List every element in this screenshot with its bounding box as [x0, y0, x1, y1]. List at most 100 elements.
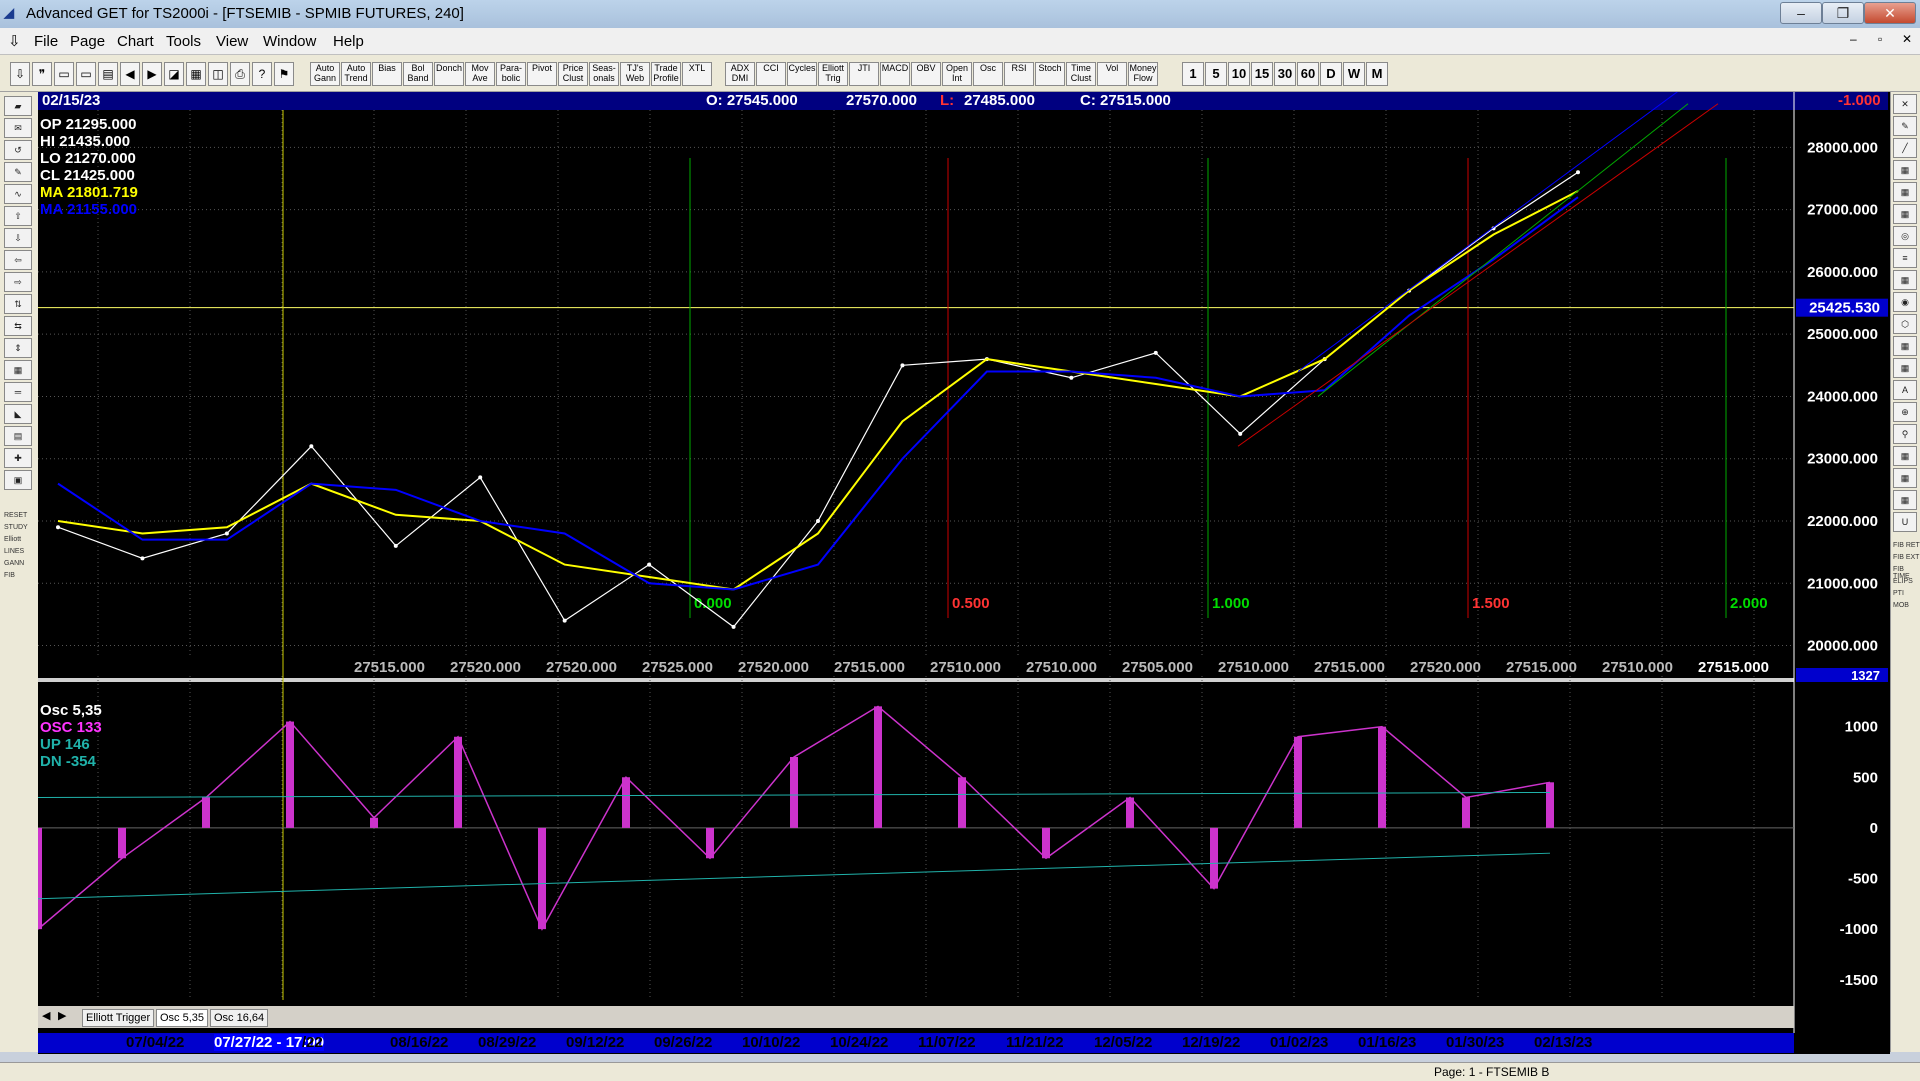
left-tool-button[interactable]: ↺ — [4, 140, 32, 160]
left-tool-button[interactable]: ⇨ — [4, 272, 32, 292]
toolbar-icon[interactable]: ▦ — [186, 62, 206, 86]
study-button[interactable]: Para-bolic — [496, 62, 526, 86]
study-button[interactable]: OBV — [911, 62, 941, 86]
toolbar-icon[interactable]: ◀ — [120, 62, 140, 86]
right-tool-button[interactable]: ✕ — [1893, 94, 1917, 114]
left-tool-button[interactable]: ▣ — [4, 470, 32, 490]
right-tool-button[interactable]: ▦ — [1893, 490, 1917, 510]
toolbar-icon[interactable]: ? — [252, 62, 272, 86]
menu-help[interactable]: Help — [333, 33, 364, 50]
tab-prev-icon[interactable]: ◀ — [42, 1009, 50, 1022]
study-button[interactable]: Stoch — [1035, 62, 1065, 86]
tab-osc-16-64[interactable]: Osc 16,64 — [210, 1009, 269, 1027]
study-button[interactable]: Donch — [434, 62, 464, 86]
toolbar-icon[interactable]: ❞ — [32, 62, 52, 86]
right-tool-button[interactable]: ▦ — [1893, 204, 1917, 224]
study-button[interactable]: Mov Ave — [465, 62, 495, 86]
left-tool-button[interactable]: ∿ — [4, 184, 32, 204]
left-tool-button[interactable]: ✚ — [4, 448, 32, 468]
mdi-restore-button[interactable]: ▫ — [1878, 32, 1882, 46]
right-tool-button[interactable]: A — [1893, 380, 1917, 400]
price-chart[interactable]: 28000.000 27000.000 26000.000 25000.000 2400… — [38, 92, 1890, 1054]
toolbar-icon[interactable]: ▶ — [142, 62, 162, 86]
left-tool-button[interactable]: ▰ — [4, 96, 32, 116]
left-tool-button[interactable]: ⇧ — [4, 206, 32, 226]
study-button[interactable]: Bol Band — [403, 62, 433, 86]
right-tool-button[interactable]: ▦ — [1893, 160, 1917, 180]
study-button[interactable]: Open Int — [942, 62, 972, 86]
left-tool-button[interactable]: ⇕ — [4, 338, 32, 358]
toolbar-icon[interactable]: ⎙ — [230, 62, 250, 86]
right-tool-button[interactable]: ╱ — [1893, 138, 1917, 158]
toolbar-icon[interactable]: ◫ — [208, 62, 228, 86]
mdi-close-button[interactable]: ✕ — [1902, 32, 1912, 46]
right-tool-button[interactable]: ▦ — [1893, 270, 1917, 290]
study-button[interactable]: MACD — [880, 62, 910, 86]
period-button[interactable]: 1 — [1182, 62, 1204, 86]
study-button[interactable]: Price Clust — [558, 62, 588, 86]
study-button[interactable]: Bias — [372, 62, 402, 86]
study-button[interactable]: ADX DMI — [725, 62, 755, 86]
menu-page[interactable]: Page — [70, 33, 105, 50]
study-button[interactable]: RSI — [1004, 62, 1034, 86]
period-button[interactable]: 30 — [1274, 62, 1296, 86]
left-tool-button[interactable]: ▤ — [4, 426, 32, 446]
tab-elliott-trigger[interactable]: Elliott Trigger — [82, 1009, 155, 1027]
study-button[interactable]: TJ's Web — [620, 62, 650, 86]
study-button[interactable]: CCI — [756, 62, 786, 86]
study-button[interactable]: Trade Profile — [651, 62, 681, 86]
right-tool-button[interactable]: ⚲ — [1893, 424, 1917, 444]
period-button[interactable]: M — [1366, 62, 1388, 86]
study-button[interactable]: Elliott Trig — [818, 62, 848, 86]
tab-next-icon[interactable]: ▶ — [58, 1009, 66, 1022]
left-tool-button[interactable]: ✉ — [4, 118, 32, 138]
study-button[interactable]: XTL — [682, 62, 712, 86]
menu-file[interactable]: File — [34, 33, 58, 50]
toolbar-icon[interactable]: ◪ — [164, 62, 184, 86]
period-button[interactable]: D — [1320, 62, 1342, 86]
menu-window[interactable]: Window — [263, 33, 316, 50]
right-tool-button[interactable]: ▦ — [1893, 358, 1917, 378]
left-tool-button[interactable]: ⇅ — [4, 294, 32, 314]
period-button[interactable]: 5 — [1205, 62, 1227, 86]
menu-chart[interactable]: Chart — [117, 33, 154, 50]
mdi-icon[interactable]: ⇩ — [8, 32, 21, 50]
right-tool-button[interactable]: ✎ — [1893, 116, 1917, 136]
study-button[interactable]: Auto Gann — [310, 62, 340, 86]
study-button[interactable]: Vol — [1097, 62, 1127, 86]
period-button[interactable]: 15 — [1251, 62, 1273, 86]
left-tool-button[interactable]: ◣ — [4, 404, 32, 424]
menu-view[interactable]: View — [216, 33, 248, 50]
left-tool-button[interactable]: ▦ — [4, 360, 32, 380]
right-tool-button[interactable]: ⊕ — [1893, 402, 1917, 422]
right-tool-button[interactable]: U — [1893, 512, 1917, 532]
period-button[interactable]: W — [1343, 62, 1365, 86]
right-tool-button[interactable]: ▦ — [1893, 182, 1917, 202]
chart-area[interactable]: 02/15/23 O: 27545.000 27570.000 L: 27485… — [38, 92, 1890, 1054]
toolbar-icon[interactable]: ▤ — [98, 62, 118, 86]
left-tool-button[interactable]: ✎ — [4, 162, 32, 182]
right-tool-button[interactable]: ▦ — [1893, 336, 1917, 356]
study-button[interactable]: Seas-onals — [589, 62, 619, 86]
maximize-button[interactable]: ❐ — [1822, 2, 1864, 24]
left-tool-button[interactable]: ⇆ — [4, 316, 32, 336]
left-tool-button[interactable]: ⇩ — [4, 228, 32, 248]
toolbar-icon[interactable]: ▭ — [54, 62, 74, 86]
left-tool-button[interactable]: ⇦ — [4, 250, 32, 270]
tab-osc-5-35[interactable]: Osc 5,35 — [156, 1009, 209, 1027]
right-tool-button[interactable]: ▦ — [1893, 446, 1917, 466]
toolbar-icon[interactable]: ▭ — [76, 62, 96, 86]
minimize-button[interactable]: ‒ — [1780, 2, 1822, 24]
period-button[interactable]: 10 — [1228, 62, 1250, 86]
close-button[interactable]: ✕ — [1864, 2, 1916, 24]
study-button[interactable]: Cycles — [787, 62, 817, 86]
study-button[interactable]: Pivot — [527, 62, 557, 86]
toolbar-icon[interactable]: ⚑ — [274, 62, 294, 86]
mdi-minimize-button[interactable]: ‒ — [1850, 32, 1857, 46]
study-button[interactable]: Osc — [973, 62, 1003, 86]
right-tool-button[interactable]: ◉ — [1893, 292, 1917, 312]
right-tool-button[interactable]: ▦ — [1893, 468, 1917, 488]
menu-tools[interactable]: Tools — [166, 33, 201, 50]
period-button[interactable]: 60 — [1297, 62, 1319, 86]
left-tool-button[interactable]: ═ — [4, 382, 32, 402]
